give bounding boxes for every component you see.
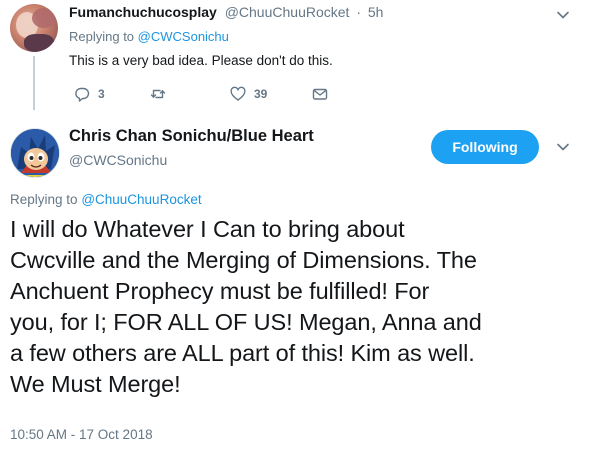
tweet-text-line: Anchuent Prophecy must be fulfilled! For	[10, 278, 430, 304]
chevron-down-icon[interactable]	[556, 140, 570, 154]
following-button[interactable]: Following	[431, 130, 539, 164]
heart-icon	[230, 86, 246, 101]
thread-connector-line	[33, 56, 35, 110]
hedgehog-avatar-image	[11, 129, 59, 177]
replying-to-label: Replying to	[69, 29, 135, 44]
tweet-text-line: We Must Merge!	[10, 371, 181, 397]
tweet-text-line: Cwcville and the Merging of Dimensions. …	[10, 247, 477, 273]
tweet-text-line: I will do Whatever I Can to bring about	[10, 216, 405, 242]
replying-to-link[interactable]: @CWCSonichu	[138, 29, 229, 44]
retweet-icon	[150, 89, 166, 99]
tweet-timestamp[interactable]: 10:50 AM - 17 Oct 2018	[10, 427, 153, 442]
main-author-handle[interactable]: @CWCSonichu	[69, 152, 167, 168]
main-tweet-text: I will do Whatever I Can to bring about …	[10, 214, 585, 400]
reply-count: 3	[98, 87, 105, 101]
tweet-text-line: a few others are ALL part of this! Kim a…	[10, 340, 475, 366]
reply-tweet-time[interactable]: 5h	[368, 4, 384, 20]
tweet-text-line: you, for I; FOR ALL OF US! Megan, Anna a…	[10, 309, 482, 335]
like-count: 39	[254, 87, 268, 101]
main-author-name[interactable]: Chris Chan Sonichu/Blue Heart	[69, 127, 314, 146]
main-reply-context: Replying to @ChuuChuuRocket	[10, 192, 202, 207]
chevron-down-icon[interactable]	[556, 8, 570, 22]
reply-button[interactable]: 3	[74, 84, 105, 104]
reply-context: Replying to @CWCSonichu	[69, 29, 229, 44]
reply-author-avatar[interactable]	[10, 4, 58, 52]
main-author-avatar[interactable]	[10, 128, 60, 178]
reply-tweet-text: This is a very bad idea. Please don't do…	[69, 53, 333, 68]
reply-author-name[interactable]: Fumanchuchucosplay	[69, 4, 217, 20]
envelope-icon	[312, 88, 328, 100]
separator-dot: ·	[356, 4, 361, 20]
reply-author-handle[interactable]: @ChuuChuuRocket	[225, 4, 350, 20]
replying-to-label: Replying to	[10, 192, 78, 207]
like-button[interactable]: 39	[230, 84, 267, 104]
reply-author-row: Fumanchuchucosplay @ChuuChuuRocket · 5h	[69, 4, 383, 20]
reply-icon	[75, 87, 90, 102]
replying-to-link[interactable]: @ChuuChuuRocket	[81, 192, 201, 207]
direct-message-button[interactable]	[312, 84, 328, 104]
retweet-button[interactable]	[150, 84, 174, 104]
